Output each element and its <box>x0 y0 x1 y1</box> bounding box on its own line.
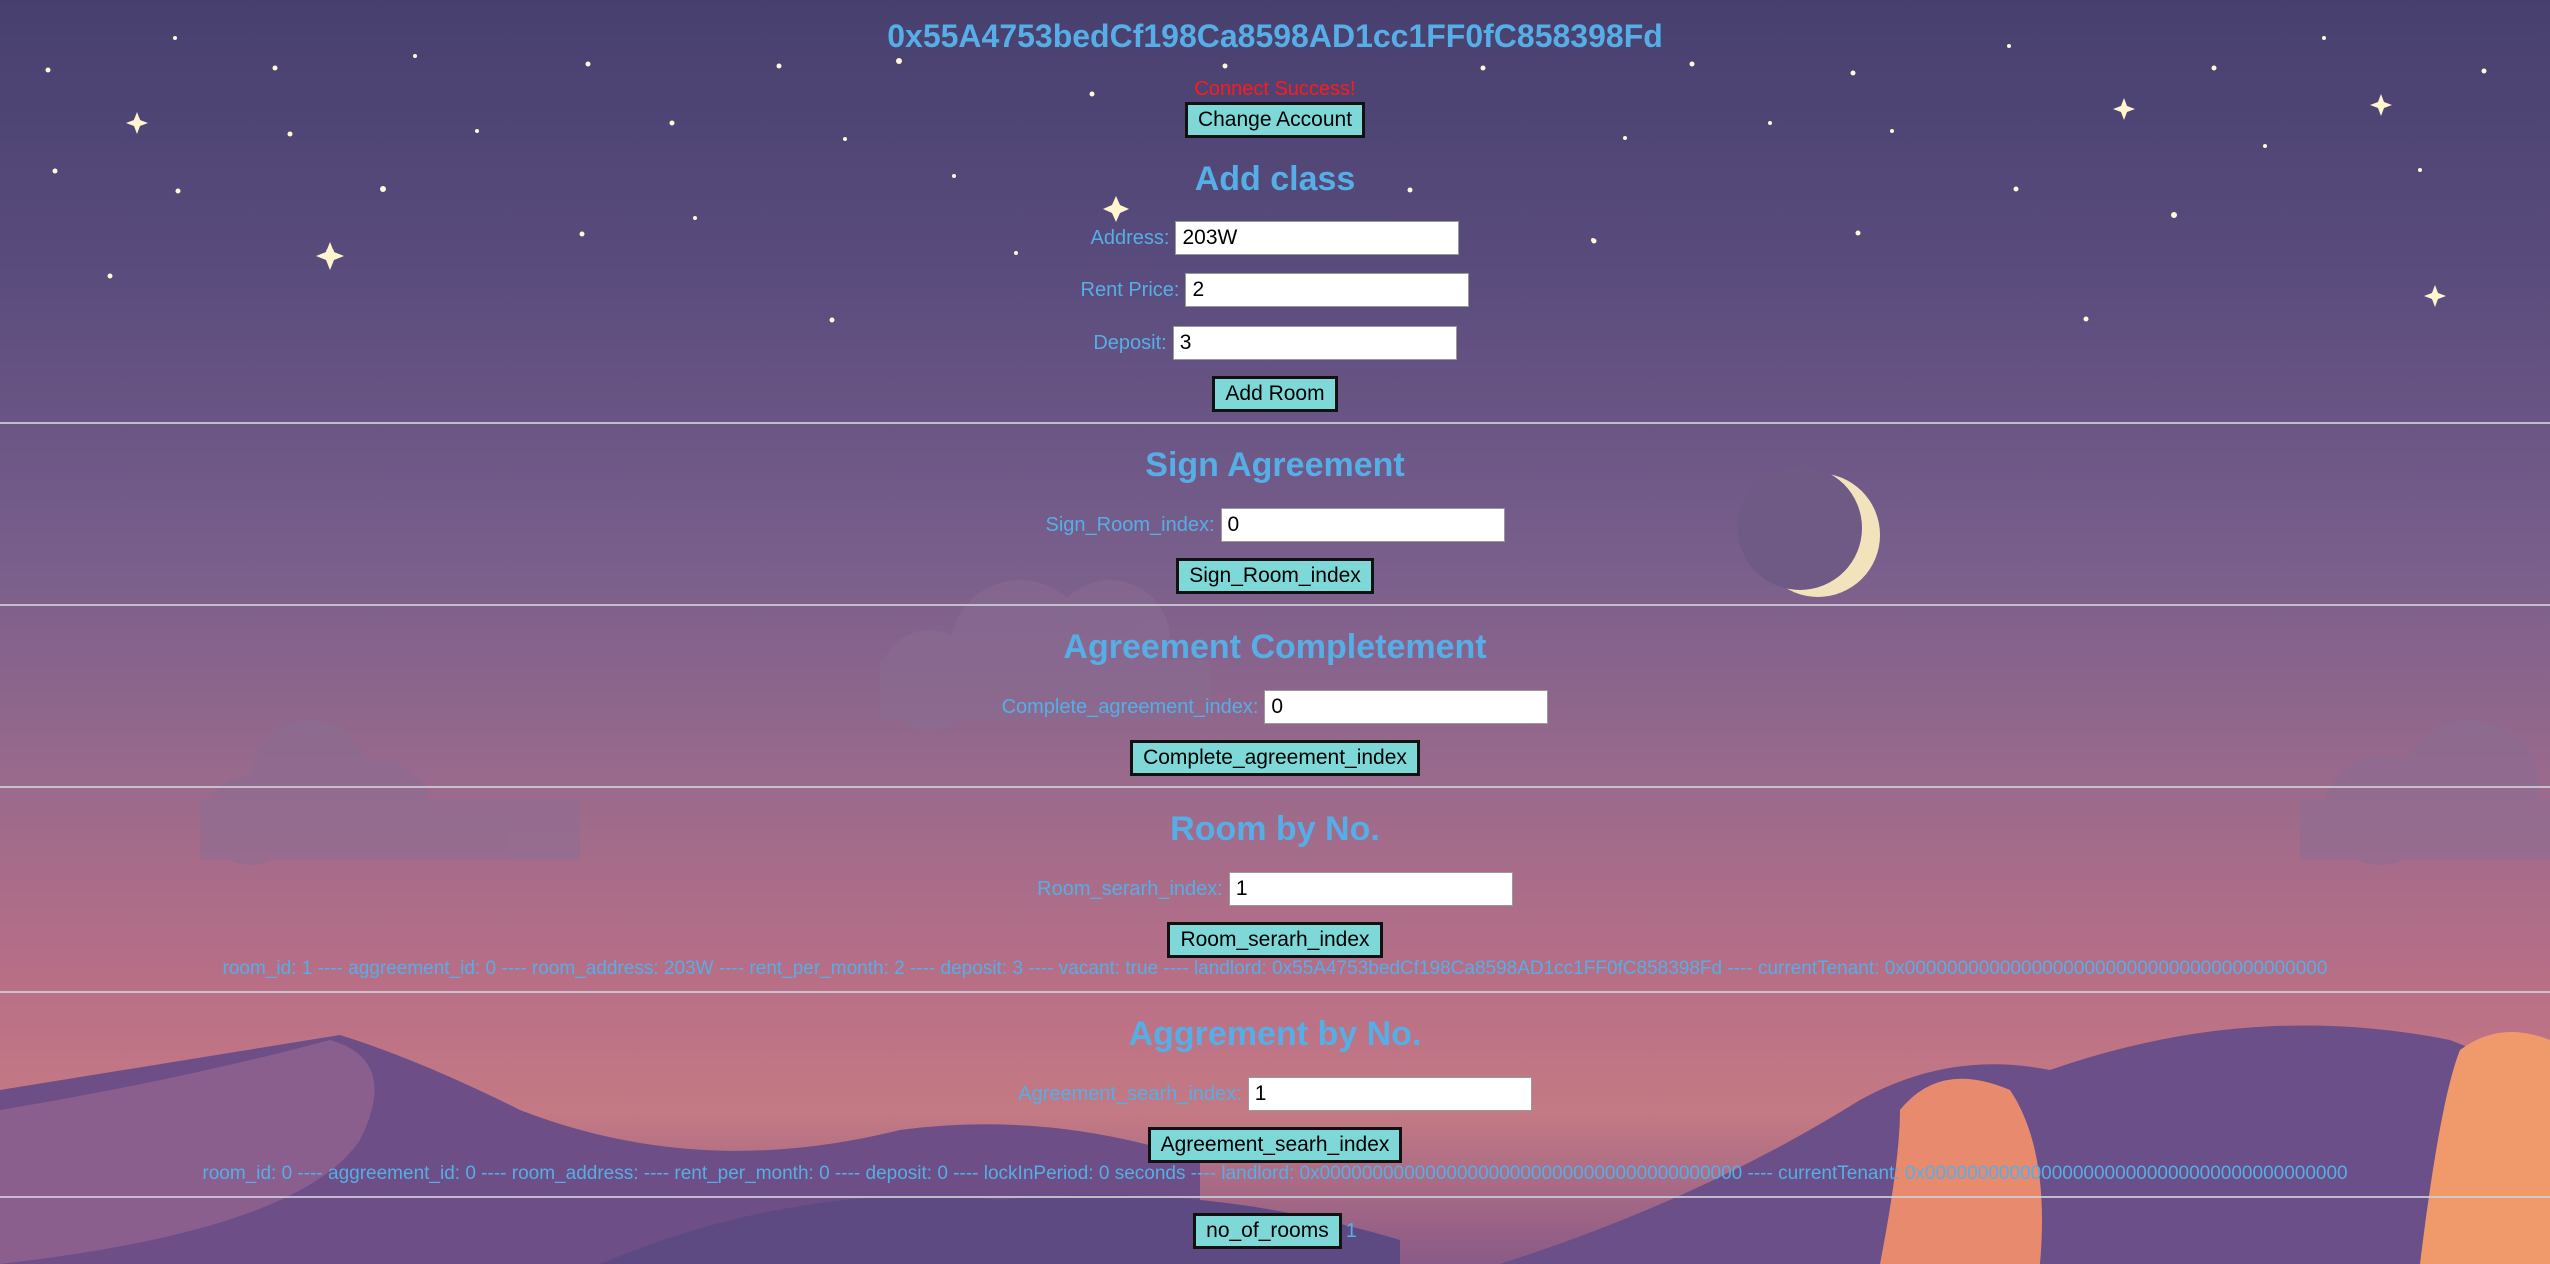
deposit-input[interactable] <box>1172 326 1457 360</box>
agreement-search-index-row: Agreement_searh_index: <box>0 1077 2550 1111</box>
sign-room-index-button-row: Sign_Room_index <box>0 558 2550 594</box>
no-of-rooms-button[interactable]: no_of_rooms <box>1193 1213 1342 1249</box>
change-account-row: Change Account <box>0 102 2550 138</box>
divider <box>0 991 2550 993</box>
complete-agreement-index-label: Complete_agreement_index: <box>1001 695 1259 718</box>
add-class-title: Add class <box>1194 160 1356 198</box>
rent-price-label: Rent Price: <box>1080 278 1180 301</box>
sign-room-index-button[interactable]: Sign_Room_index <box>1176 558 1374 594</box>
no-of-rooms-row: no_of_rooms 1 <box>0 1213 2550 1249</box>
divider <box>0 1196 2550 1198</box>
room-search-index-row: Room_serarh_index: <box>0 872 2550 906</box>
divider <box>0 422 2550 424</box>
deposit-label: Deposit: <box>1093 331 1167 354</box>
add-room-row: Add Room <box>0 376 2550 412</box>
agreement-search-index-label: Agreement_searh_index: <box>1018 1082 1242 1105</box>
agreement-search-result: room_id: 0 ---- aggreement_id: 0 ---- ro… <box>202 1163 2348 1184</box>
change-account-button[interactable]: Change Account <box>1184 102 1366 138</box>
sign-room-index-label: Sign_Room_index: <box>1045 513 1215 536</box>
deposit-row: Deposit: <box>0 326 2550 360</box>
agreement-search-index-input[interactable] <box>1247 1077 1532 1111</box>
complete-agreement-index-input[interactable] <box>1264 690 1549 724</box>
room-search-index-button-row: Room_serarh_index <box>0 922 2550 958</box>
sign-room-index-row: Sign_Room_index: <box>0 508 2550 542</box>
rent-price-input[interactable] <box>1185 273 1470 307</box>
no-of-rooms-value: 1 <box>1345 1219 1357 1242</box>
room-search-index-input[interactable] <box>1228 872 1513 906</box>
agreement-search-index-button-row: Agreement_searh_index <box>0 1127 2550 1163</box>
address-row: Address: <box>0 221 2550 255</box>
room-search-index-label: Room_serarh_index: <box>1037 877 1223 900</box>
sign-agreement-title: Sign Agreement <box>1145 446 1405 484</box>
divider <box>0 604 2550 606</box>
address-input[interactable] <box>1175 221 1460 255</box>
divider <box>0 786 2550 788</box>
agreement-completement-title: Agreement Completement <box>1063 628 1487 666</box>
room-search-result: room_id: 1 ---- aggreement_id: 0 ---- ro… <box>222 958 2328 979</box>
sign-room-index-input[interactable] <box>1220 508 1505 542</box>
aggrement-by-no-title: Aggrement by No. <box>1128 1015 1422 1053</box>
room-search-index-button[interactable]: Room_serarh_index <box>1167 922 1383 958</box>
complete-agreement-index-button-row: Complete_agreement_index <box>0 740 2550 776</box>
address-label: Address: <box>1090 226 1170 249</box>
complete-agreement-index-button[interactable]: Complete_agreement_index <box>1130 740 1420 776</box>
add-room-button[interactable]: Add Room <box>1212 376 1338 412</box>
agreement-search-index-button[interactable]: Agreement_searh_index <box>1147 1127 1403 1163</box>
rent-price-row: Rent Price: <box>0 273 2550 307</box>
connection-status: Connect Success! <box>1194 78 1356 100</box>
complete-agreement-index-row: Complete_agreement_index: <box>0 690 2550 724</box>
room-by-no-title: Room by No. <box>1170 810 1380 848</box>
account-address: 0x55A4753bedCf198Ca8598AD1cc1FF0fC858398… <box>887 18 1663 54</box>
